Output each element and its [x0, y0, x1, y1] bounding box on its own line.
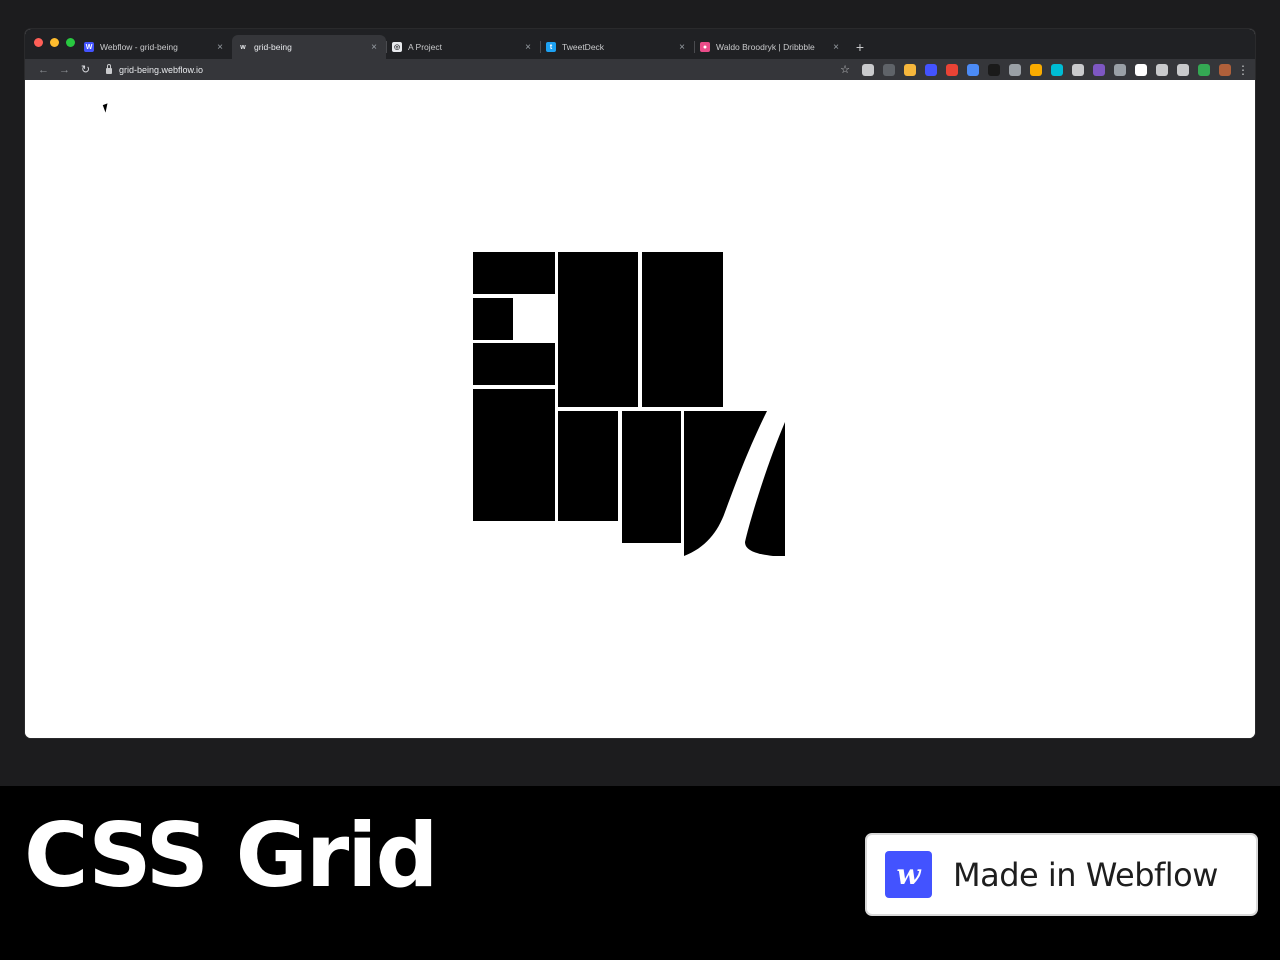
close-window-button[interactable] — [34, 38, 43, 47]
browser-tab[interactable]: ◎ A Project × — [386, 35, 540, 59]
badge-label: Made in Webflow — [953, 855, 1218, 894]
tab-title: TweetDeck — [562, 42, 605, 52]
grid-logo-artwork — [473, 252, 785, 556]
extension-icon[interactable] — [1219, 63, 1231, 76]
browser-tab[interactable]: t TweetDeck × — [540, 35, 694, 59]
grid-block — [473, 298, 513, 340]
grid-block — [473, 389, 555, 521]
extension-icon[interactable] — [1156, 63, 1168, 76]
extension-icon[interactable] — [1114, 63, 1126, 76]
close-tab-icon[interactable]: × — [214, 42, 226, 53]
close-tab-icon[interactable]: × — [522, 42, 534, 53]
extension-icon[interactable] — [1093, 63, 1105, 76]
new-tab-button[interactable]: + — [848, 35, 872, 59]
webflow-icon: W — [84, 42, 94, 52]
forward-button[interactable]: → — [54, 64, 75, 76]
lock-icon — [106, 63, 112, 74]
window-controls — [34, 38, 75, 47]
close-tab-icon[interactable]: × — [676, 42, 688, 53]
dribbble-icon: ● — [700, 42, 710, 52]
webflow-logo-icon: w — [885, 851, 932, 898]
tab-title: Waldo Broodryk | Dribbble — [716, 42, 815, 52]
tab-title: Webflow - grid-being — [100, 42, 178, 52]
extension-icon[interactable] — [862, 63, 874, 76]
tab-strip: W Webflow - grid-being × w grid-being × ◎ A Pro… — [78, 35, 848, 59]
browser-toolbar: ← → ↻ grid-being.webflow.io ☆ ⋮ — [25, 59, 1255, 80]
reload-button[interactable]: ↻ — [75, 63, 96, 76]
tab-bar: W Webflow - grid-being × w grid-being × ◎ A Pro… — [25, 29, 1255, 59]
made-in-webflow-badge[interactable]: w Made in Webflow — [865, 833, 1258, 916]
extension-icon[interactable] — [1051, 63, 1063, 76]
tweetdeck-icon: t — [546, 42, 556, 52]
address-bar[interactable]: grid-being.webflow.io — [96, 63, 840, 75]
extension-icon[interactable] — [1198, 63, 1210, 76]
minimize-window-button[interactable] — [50, 38, 59, 47]
extension-icon[interactable] — [967, 63, 979, 76]
page-viewport — [25, 80, 1255, 738]
grid-block — [558, 252, 638, 407]
back-button[interactable]: ← — [33, 64, 54, 76]
browser-window: W Webflow - grid-being × w grid-being × ◎ A Pro… — [25, 29, 1255, 738]
url-text: grid-being.webflow.io — [119, 64, 204, 75]
extension-icon[interactable] — [925, 63, 937, 76]
close-tab-icon[interactable]: × — [830, 42, 842, 53]
extension-icon[interactable] — [988, 63, 1000, 76]
browser-menu-button[interactable]: ⋮ — [1237, 63, 1249, 77]
tab-title: A Project — [408, 42, 443, 52]
extension-icon[interactable] — [1072, 63, 1084, 76]
grid-block — [558, 411, 618, 521]
extension-icon[interactable] — [1177, 63, 1189, 76]
webflow-icon: w — [238, 42, 248, 52]
extension-icon[interactable] — [1009, 63, 1021, 76]
grid-block — [473, 343, 555, 385]
tab-title: grid-being — [254, 42, 292, 52]
bookmark-star-icon[interactable]: ☆ — [840, 63, 850, 76]
grid-block — [473, 252, 555, 294]
close-tab-icon[interactable]: × — [368, 42, 380, 53]
grid-block — [622, 411, 681, 543]
caption-title: CSS Grid — [24, 804, 438, 907]
browser-tab[interactable]: ● Waldo Broodryk | Dribbble × — [694, 35, 848, 59]
browser-tab[interactable]: W Webflow - grid-being × — [78, 35, 232, 59]
maximize-window-button[interactable] — [66, 38, 75, 47]
extension-icon[interactable] — [1135, 63, 1147, 76]
extension-icon[interactable] — [904, 63, 916, 76]
extension-icon[interactable] — [1030, 63, 1042, 76]
extension-icon[interactable] — [883, 63, 895, 76]
browser-tab[interactable]: w grid-being × — [232, 35, 386, 59]
extension-icon[interactable] — [946, 63, 958, 76]
grid-block — [642, 252, 723, 407]
extensions-bar — [862, 63, 1231, 76]
project-icon: ◎ — [392, 42, 402, 52]
